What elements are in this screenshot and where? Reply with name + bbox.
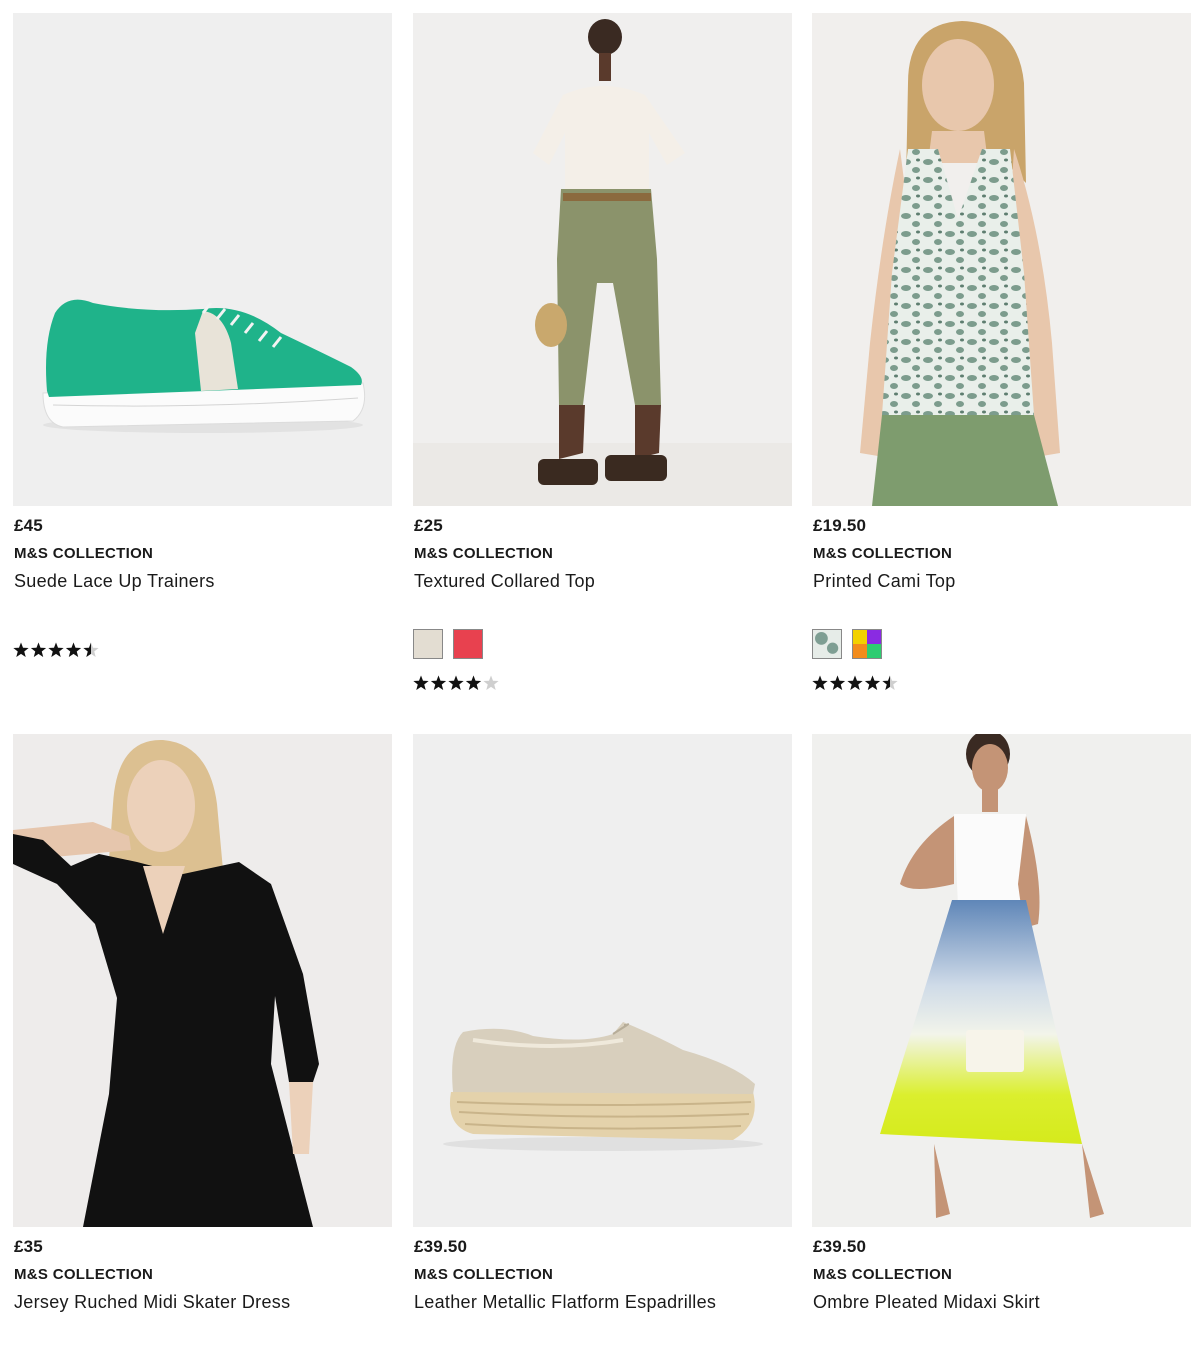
product-price: £39.50 (813, 1237, 867, 1256)
star-icon (864, 675, 881, 690)
product-title[interactable]: Jersey Ruched Midi Skater Dress (14, 1292, 290, 1313)
product-price: £19.50 (813, 516, 867, 535)
product-image[interactable] (13, 13, 392, 506)
star-icon (812, 675, 828, 690)
product-title[interactable]: Leather Metallic Flatform Espadrilles (414, 1292, 716, 1313)
star-empty-icon (483, 675, 499, 690)
colour-swatches (812, 629, 882, 661)
product-price: £25 (414, 516, 443, 535)
star-icon (48, 642, 64, 657)
product-brand: M&S COLLECTION (414, 1266, 554, 1283)
product-image[interactable] (413, 734, 792, 1227)
star-icon (30, 642, 47, 657)
star-icon (430, 675, 447, 690)
leopard-green-swatch[interactable] (812, 629, 842, 659)
product-image[interactable] (812, 734, 1191, 1227)
product-image[interactable] (413, 13, 792, 506)
multicolour-swatch[interactable] (852, 629, 882, 659)
star-rating (413, 674, 503, 692)
product-title[interactable]: Suede Lace Up Trainers (14, 571, 215, 592)
product-brand: M&S COLLECTION (813, 545, 953, 562)
star-icon (465, 675, 482, 690)
product-brand: M&S COLLECTION (14, 1266, 154, 1283)
product-price: £35 (14, 1237, 43, 1256)
star-icon (65, 642, 82, 657)
star-icon (829, 675, 846, 690)
star-rating (13, 641, 103, 659)
star-rating (812, 674, 902, 692)
product-brand: M&S COLLECTION (813, 1266, 953, 1283)
star-icon (413, 675, 429, 690)
star-icon (448, 675, 464, 690)
cream-swatch[interactable] (413, 629, 443, 659)
colour-swatches (413, 629, 483, 661)
product-price: £39.50 (414, 1237, 468, 1256)
product-brand: M&S COLLECTION (14, 545, 154, 562)
product-price: £45 (14, 516, 43, 535)
product-title[interactable]: Ombre Pleated Midaxi Skirt (813, 1292, 1040, 1313)
product-title[interactable]: Printed Cami Top (813, 571, 956, 592)
star-icon (847, 675, 863, 690)
product-image[interactable] (13, 734, 392, 1227)
product-title[interactable]: Textured Collared Top (414, 571, 595, 592)
product-brand: M&S COLLECTION (414, 545, 554, 562)
star-icon (13, 642, 29, 657)
coral-swatch[interactable] (453, 629, 483, 659)
product-image[interactable] (812, 13, 1191, 506)
